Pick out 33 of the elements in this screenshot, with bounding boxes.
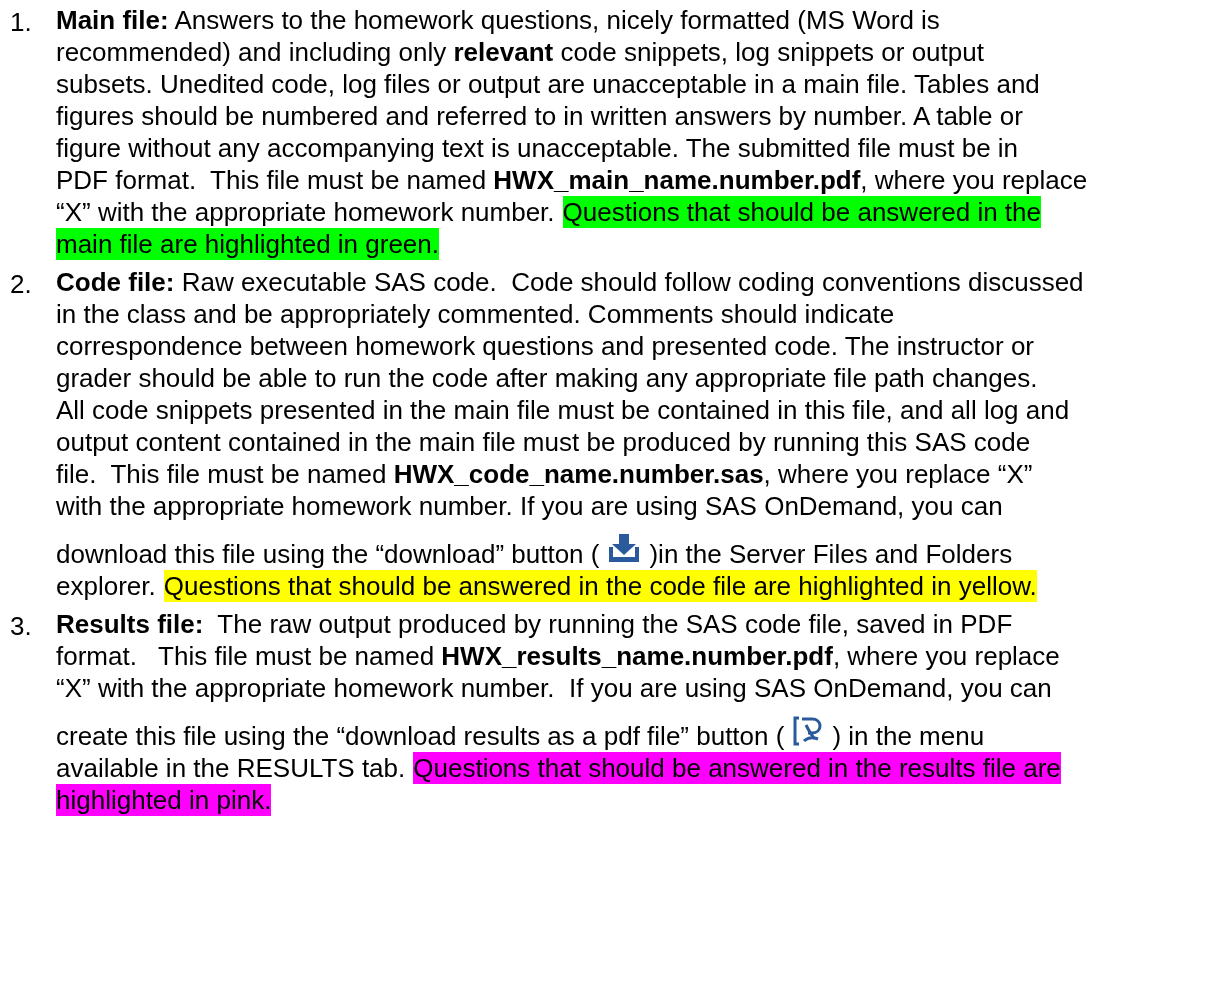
highlighted-note: main file are highlighted in green. bbox=[56, 228, 440, 260]
text-line: PDF format. This file must be named HWX_main_name.number.pdf, where you replace bbox=[56, 164, 1088, 196]
text-line: figure without any accompanying text is unacceptable. The submitted file must be in bbox=[56, 132, 1019, 164]
text-line: Main file: Answers to the homework questions, nicely formatted (MS Word is bbox=[56, 4, 940, 36]
highlighted-note: highlighted in pink. bbox=[56, 784, 272, 816]
text-line: format. This file must be named HWX_results_name.number.pdf, where you replace bbox=[56, 640, 1060, 672]
download-icon bbox=[607, 534, 642, 564]
text-line: download this file using the “download” button ( bbox=[56, 538, 600, 570]
list-number: 1. bbox=[10, 6, 33, 39]
text-line: correspondence between homework questions and presented code. The instructor or bbox=[56, 330, 1034, 362]
text-line: Code file: Raw executable SAS code. Code should follow coding conventions discussed bbox=[56, 266, 1084, 298]
text-line: grader should be able to run the code after making any appropriate file path changes. bbox=[56, 362, 1038, 394]
text-line: )in the Server Files and Folders bbox=[649, 538, 1013, 570]
list-number: 2. bbox=[10, 268, 33, 301]
highlighted-note: Questions that should be answered in the code file are highlighted in yellow. bbox=[163, 570, 1037, 602]
text-line: “X” with the appropriate homework number. bbox=[56, 196, 555, 228]
text-line: with the appropriate homework number. If you are using SAS OnDemand, you can bbox=[56, 490, 1003, 522]
text-line: in the class and be appropriately commented. Comments should indicate bbox=[56, 298, 895, 330]
highlighted-note: Questions that should be answered in the bbox=[562, 196, 1041, 228]
list-number: 3. bbox=[10, 610, 33, 643]
text-line: ) in the menu bbox=[832, 720, 985, 752]
text-line: explorer. bbox=[56, 570, 156, 602]
text-line: recommended) and including only relevant code snippets, log snippets or output bbox=[56, 36, 984, 68]
text-line: output content contained in the main file must be produced by running this SAS code bbox=[56, 426, 1031, 458]
text-line: “X” with the appropriate homework number. If you are using SAS OnDemand, you can bbox=[56, 672, 1052, 704]
text-line: Results file: The raw output produced by running the SAS code file, saved in PDF bbox=[56, 608, 1013, 640]
text-line: available in the RESULTS tab. bbox=[56, 752, 406, 784]
text-line: figures should be numbered and referred to in written answers by number. A table or bbox=[56, 100, 1023, 132]
text-line: subsets. Unedited code, log files or output are unacceptable in a main file. Tables and bbox=[56, 68, 1040, 100]
text-line: All code snippets presented in the main file must be contained in this file, and all log and bbox=[56, 394, 1070, 426]
text-line: create this file using the “download results as a pdf file” button ( bbox=[56, 720, 785, 752]
text-line: file. This file must be named HWX_code_name.number.sas, where you replace “X” bbox=[56, 458, 1033, 490]
highlighted-note: Questions that should be answered in the results file are bbox=[413, 752, 1061, 784]
